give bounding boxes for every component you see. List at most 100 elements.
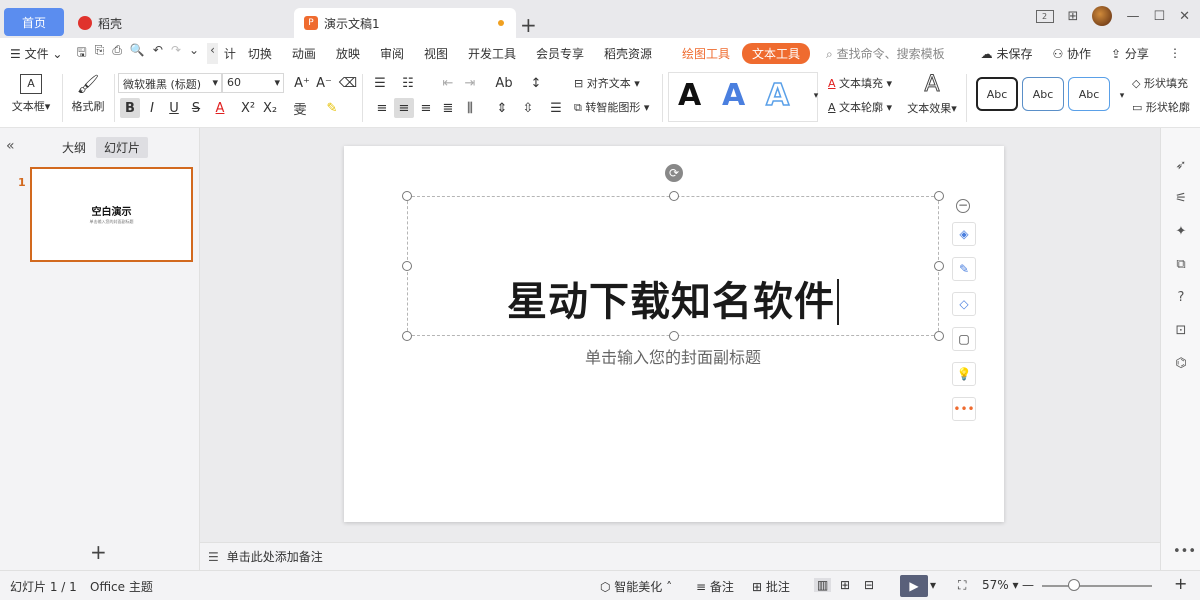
preview-icon[interactable]: 🔍 xyxy=(130,43,145,64)
bold-icon[interactable]: B xyxy=(120,98,140,118)
line-distance-icon[interactable]: ☰ xyxy=(546,98,566,118)
strikethrough-icon[interactable]: S xyxy=(186,98,206,118)
redo-icon[interactable]: ↷ xyxy=(171,43,181,64)
zoom-slider-thumb[interactable] xyxy=(1068,579,1080,591)
scroll-left-icon[interactable]: ‹ xyxy=(207,42,218,64)
unsaved-button[interactable]: ☁ 未保存 xyxy=(971,45,1043,62)
distribute-icon[interactable]: ⫼ xyxy=(460,98,480,118)
collapse-pane-icon[interactable]: « xyxy=(6,138,15,154)
resize-handle-nw[interactable] xyxy=(402,191,412,201)
bullet-list-icon[interactable]: ☰ xyxy=(370,73,390,93)
menu-draw-tool[interactable]: 绘图工具 xyxy=(672,45,740,62)
outline-box-icon[interactable]: ▢ xyxy=(952,327,976,351)
rocket-icon[interactable]: ➶ xyxy=(1173,158,1189,174)
slide-thumbnail[interactable]: 空白演示 单击输入您的封面副标题 xyxy=(30,167,193,262)
notes-toggle-button[interactable]: ≡ 备注 xyxy=(696,578,734,595)
tab-home[interactable]: 首页 xyxy=(4,8,64,36)
menu-member[interactable]: 会员专享 xyxy=(526,45,594,62)
style-brush-icon[interactable]: ✎ xyxy=(952,257,976,281)
font-color-icon[interactable]: A xyxy=(210,98,230,118)
zoom-slider-track[interactable] xyxy=(1042,585,1152,587)
menu-transition[interactable]: 切换 xyxy=(238,45,282,62)
command-search[interactable]: ⌕ 查找命令、搜索模板 xyxy=(816,45,955,62)
menu-text-tool[interactable]: 文本工具 xyxy=(742,42,811,64)
text-effect-button[interactable]: A 文本效果▾ xyxy=(904,72,960,116)
slide-title[interactable]: 星动下载知名软件 xyxy=(407,278,939,326)
smartart-button[interactable]: ⧉ 转智能图形 ▾ xyxy=(574,99,649,115)
sliders-icon[interactable]: ⚟ xyxy=(1173,191,1189,207)
phonetic-icon[interactable]: 雯 xyxy=(290,98,310,118)
menu-view[interactable]: 视图 xyxy=(414,45,458,62)
zoom-out-icon[interactable]: — xyxy=(1022,578,1034,592)
compass-icon[interactable]: ⌬ xyxy=(1173,356,1189,372)
window-icon[interactable]: ⧉ xyxy=(1173,257,1189,273)
grow-font-icon[interactable]: A⁺ xyxy=(292,73,312,93)
line-spacing-icon[interactable]: ↕ xyxy=(526,73,546,93)
font-name-select[interactable]: 微软雅黑 (标题) ▾ xyxy=(118,73,222,93)
resize-handle-ne[interactable] xyxy=(934,191,944,201)
collapse-float-icon[interactable]: − xyxy=(956,199,970,213)
maximize-icon[interactable]: ☐ xyxy=(1153,9,1165,24)
menu-animation[interactable]: 动画 xyxy=(282,45,326,62)
collaborate-button[interactable]: ⚇ 协作 xyxy=(1042,45,1101,62)
shape-style-blue[interactable]: Abc xyxy=(1022,77,1064,111)
minimize-icon[interactable]: — xyxy=(1126,9,1139,24)
text-outline-button[interactable]: A 文本轮廓 ▾ xyxy=(828,99,892,115)
grid-apps-icon[interactable]: ⊞ xyxy=(1068,9,1079,24)
fill-bucket-icon[interactable]: ◇ xyxy=(952,292,976,316)
menu-review[interactable]: 审阅 xyxy=(370,45,414,62)
tab-daoke[interactable]: 稻壳 xyxy=(70,8,288,38)
column-icon[interactable]: ⇳ xyxy=(518,98,538,118)
superscript-icon[interactable]: X² xyxy=(238,98,258,118)
wordart-style-outline[interactable]: A xyxy=(765,77,790,114)
help-icon[interactable]: ? xyxy=(1173,290,1189,306)
textbox-button[interactable]: A 文本框▾ xyxy=(8,74,54,114)
justify-icon[interactable]: ≣ xyxy=(438,98,458,118)
gallery-more-icon[interactable]: ▾ xyxy=(806,86,826,106)
highlight-icon[interactable]: ✎ xyxy=(322,98,342,118)
undo-icon[interactable]: ↶ xyxy=(153,43,163,64)
layers-icon[interactable]: ◈ xyxy=(952,222,976,246)
tab-slides[interactable]: 幻灯片 xyxy=(96,137,149,158)
align-text-button[interactable]: ⊟ 对齐文本 ▾ xyxy=(574,75,640,91)
increase-indent-icon[interactable]: ⇥ xyxy=(460,73,480,93)
resize-handle-e[interactable] xyxy=(934,261,944,271)
resize-handle-se[interactable] xyxy=(934,331,944,341)
menu-design-partial[interactable]: 计 xyxy=(222,45,238,62)
more-options-icon[interactable]: ••• xyxy=(952,397,976,421)
smart-beautify-button[interactable]: ⬡ 智能美化 ˄ xyxy=(600,578,672,595)
tab-outline[interactable]: 大纲 xyxy=(62,139,86,156)
rotate-handle-icon[interactable]: ⟳ xyxy=(665,164,683,182)
shape-fill-button[interactable]: ◇ 形状填充 xyxy=(1132,75,1200,91)
add-slide-button[interactable]: + xyxy=(90,540,107,564)
export-icon[interactable]: ⎘ xyxy=(95,43,105,64)
clear-format-icon[interactable]: ⌫ xyxy=(338,73,358,93)
play-slideshow-button[interactable]: ▶ xyxy=(900,575,928,597)
vertical-scrollbar[interactable] xyxy=(1150,128,1160,542)
paragraph-spacing-icon[interactable]: ⇕ xyxy=(492,98,512,118)
italic-icon[interactable]: I xyxy=(142,98,162,118)
slide-subtitle[interactable]: 单击输入您的封面副标题 xyxy=(407,344,939,368)
shape-style-black[interactable]: Abc xyxy=(976,77,1018,111)
print-icon[interactable]: ⎙ xyxy=(112,43,122,64)
shape-outline-button[interactable]: ▭ 形状轮廓 xyxy=(1132,99,1200,115)
template-icon[interactable]: ⊡ xyxy=(1173,323,1189,339)
comments-button[interactable]: ⊞ 批注 xyxy=(752,578,790,595)
more-menu-icon[interactable]: ⋮ xyxy=(1159,46,1191,60)
align-left-icon[interactable]: ≡ xyxy=(372,98,392,118)
menu-developer[interactable]: 开发工具 xyxy=(458,45,526,62)
font-size-select[interactable]: 60 ▾ xyxy=(222,73,284,93)
slide-canvas[interactable]: ⟳ 星动下载知名软件 单击输入您的封面副标题 − ◈ ✎ ◇ ▢ 💡 ••• xyxy=(344,146,1004,522)
format-painter-button[interactable]: 🖌 格式刷 xyxy=(68,74,108,114)
sorter-view-icon[interactable]: ⊞ xyxy=(840,578,850,592)
zoom-in-icon[interactable]: + xyxy=(1174,574,1187,593)
underline-icon[interactable]: U xyxy=(164,98,184,118)
file-menu[interactable]: ☰ 文件 ⌄ xyxy=(0,45,72,62)
sidebar-more-icon[interactable]: ••• xyxy=(1173,544,1196,560)
save-icon[interactable]: 🖫 xyxy=(76,43,86,64)
resize-handle-n[interactable] xyxy=(669,191,679,201)
align-center-icon[interactable]: ≡ xyxy=(394,98,414,118)
fit-window-icon[interactable]: ⛶ xyxy=(958,578,966,593)
reading-view-icon[interactable]: ⊟ xyxy=(864,578,874,592)
close-icon[interactable]: ✕ xyxy=(1179,9,1190,24)
